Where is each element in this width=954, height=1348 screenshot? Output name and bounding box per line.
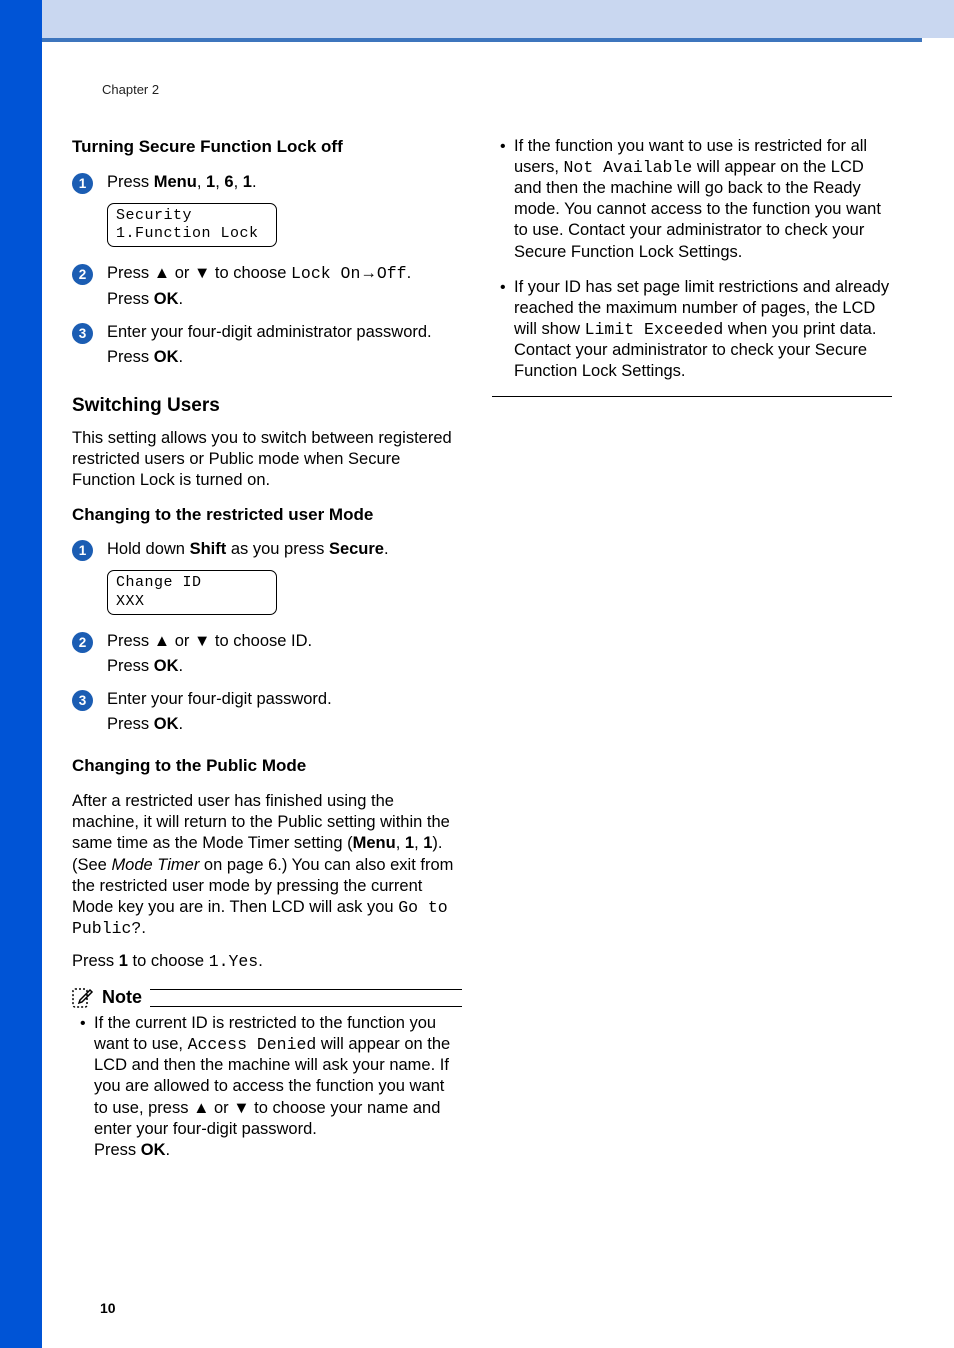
heading-public-mode: Changing to the Public Mode [72,755,462,777]
step-badge-1: 1 [72,173,93,194]
down-arrow-icon: ▼ [233,1099,249,1117]
left-brand-bar [0,0,42,1348]
rstep1-text: Hold down Shift as you press Secure. [107,539,462,560]
up-arrow-icon: ▲ [154,632,170,650]
up-arrow-icon: ▲ [193,1099,209,1117]
note-block: Note If the current ID is restricted to … [72,986,462,1161]
rstep-badge-2: 2 [72,632,93,653]
public-press1: Press 1 to choose 1.Yes. [72,951,462,972]
up-arrow-icon: ▲ [154,264,170,282]
step2-line2: Press OK. [107,289,462,310]
heading-switching-users: Switching Users [72,394,462,418]
note-bullet-3: If your ID has set page limit restrictio… [510,277,892,383]
right-column: If the function you want to use is restr… [492,136,892,1175]
step2-line1: Press ▲ or ▼ to choose Lock On→Off. [107,263,462,284]
header-rule [42,38,922,42]
down-arrow-icon: ▼ [194,264,210,282]
rstep3-line2: Press OK. [107,714,462,735]
chapter-label: Chapter 2 [102,82,159,99]
step-badge-3: 3 [72,323,93,344]
rstep2-line2: Press OK. [107,656,462,677]
note-end-rule [492,396,892,397]
mode-timer-cross-ref[interactable]: Mode Timer [111,856,199,874]
step-3: 3 Enter your four-digit administrator pa… [72,322,462,372]
rstep3-line1: Enter your four-digit password. [107,689,462,710]
note-title: Note [102,986,142,1009]
rstep2-line1: Press ▲ or ▼ to choose ID. [107,631,462,652]
right-arrow-icon: → [360,264,377,282]
down-arrow-icon: ▼ [194,632,210,650]
public-para: After a restricted user has finished usi… [72,791,462,939]
rstep-2: 2 Press ▲ or ▼ to choose ID. Press OK. [72,631,462,681]
page-number: 10 [100,1300,116,1318]
step1-text: Press Menu, 1, 6, 1. [107,172,462,193]
note-bullet-2: If the function you want to use is restr… [510,136,892,263]
step3-line1: Enter your four-digit administrator pass… [107,322,462,343]
rstep-badge-3: 3 [72,690,93,711]
rstep-3: 3 Enter your four-digit password. Press … [72,689,462,739]
lcd-display-2: Change ID XXX [107,570,277,615]
lcd-display-1: Security 1.Function Lock [107,203,277,248]
switching-para: This setting allows you to switch betwee… [72,428,462,491]
rstep-1: 1 Hold down Shift as you press Secure. C… [72,539,462,623]
rstep-badge-1: 1 [72,540,93,561]
content-area: Turning Secure Function Lock off 1 Press… [72,136,914,1175]
heading-turn-off: Turning Secure Function Lock off [72,136,462,158]
step-2: 2 Press ▲ or ▼ to choose Lock On→Off. Pr… [72,263,462,313]
note-bullet-1: If the current ID is restricted to the f… [90,1013,462,1161]
header-stripe [42,0,954,38]
step-badge-2: 2 [72,264,93,285]
step-1: 1 Press Menu, 1, 6, 1. Security 1.Functi… [72,172,462,256]
heading-restricted-mode: Changing to the restricted user Mode [72,504,462,526]
step3-line2: Press OK. [107,347,462,368]
note-pencil-icon [72,988,94,1008]
left-column: Turning Secure Function Lock off 1 Press… [72,136,462,1175]
